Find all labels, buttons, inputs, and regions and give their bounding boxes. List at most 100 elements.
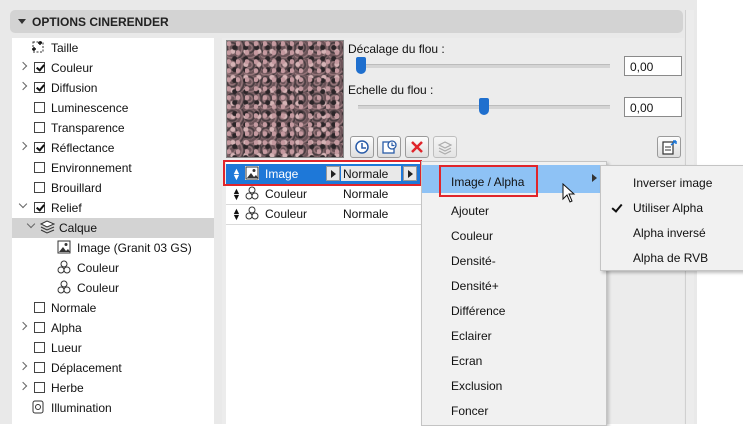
- chevron-down-icon[interactable]: [26, 219, 36, 229]
- chevron-right-icon[interactable]: [18, 381, 28, 391]
- tree-item-label: Alpha: [51, 321, 82, 335]
- tree-checkbox[interactable]: [34, 302, 45, 313]
- layer-row[interactable]: ▲ ▼ Couleur Normale: [226, 184, 422, 205]
- layer-list: ▲ ▼ Image Normale ▲ ▼ Couleur Normale ▲ ▼ Couleur N…: [226, 162, 422, 424]
- export-button[interactable]: [657, 136, 681, 158]
- tree-item[interactable]: Image (Granit 03 GS): [12, 238, 214, 258]
- blur-offset-value: 0,00: [630, 60, 654, 74]
- layer-stack-button[interactable]: [433, 136, 457, 158]
- channel-tree: Taille Couleur Diffusion Luminescence Transp…: [12, 38, 214, 424]
- blend-menu-item[interactable]: Eclairer: [451, 329, 492, 343]
- blend-menu-item[interactable]: Ajouter: [451, 204, 489, 218]
- tree-checkbox[interactable]: [34, 122, 45, 133]
- chevron-down-icon[interactable]: [18, 199, 28, 209]
- tree-checkbox[interactable]: [34, 202, 45, 213]
- layer-blend-mode[interactable]: Normale: [343, 207, 388, 221]
- color-icon: [57, 260, 71, 274]
- layers-icon: [39, 220, 56, 234]
- alpha-submenu-item[interactable]: Inverser image: [633, 176, 712, 190]
- tree-item-label: Transparence: [51, 121, 125, 135]
- blur-scale-slider-thumb[interactable]: [479, 98, 489, 115]
- blur-scale-label: Echelle du flou :: [348, 83, 434, 97]
- tree-item[interactable]: Environnement: [12, 158, 214, 178]
- blend-menu-item[interactable]: Ecran: [451, 354, 482, 368]
- layer-name: Couleur: [265, 207, 308, 221]
- chevron-right-icon[interactable]: [18, 61, 28, 71]
- add-layer-button[interactable]: [350, 136, 374, 158]
- tree-checkbox[interactable]: [34, 102, 45, 113]
- add-shader-icon: [382, 140, 397, 154]
- tree-item[interactable]: Relief: [12, 198, 214, 218]
- tree-checkbox[interactable]: [34, 62, 45, 73]
- reorder-handle-icon[interactable]: ▲ ▼: [232, 187, 241, 202]
- tree-item[interactable]: Herbe: [12, 378, 214, 398]
- tree-checkbox[interactable]: [34, 382, 45, 393]
- tree-item[interactable]: Brouillard: [12, 178, 214, 198]
- tree-item-label: Illumination: [51, 401, 112, 415]
- alpha-submenu: Inverser image Utiliser Alpha Alpha invers…: [600, 165, 743, 271]
- chevron-right-icon[interactable]: [18, 361, 28, 371]
- tree-item[interactable]: Calque: [12, 218, 214, 238]
- alpha-submenu-item[interactable]: Alpha inversé: [633, 226, 706, 240]
- tree-checkbox[interactable]: [34, 342, 45, 353]
- alpha-submenu-item[interactable]: Alpha de RVB: [633, 251, 708, 265]
- tree-item[interactable]: Couleur: [12, 258, 214, 278]
- tree-item[interactable]: Taille: [12, 38, 214, 58]
- tree-item-label: Relief: [51, 201, 82, 215]
- blend-menu-item[interactable]: Exclusion: [451, 379, 502, 393]
- color-icon: [245, 206, 259, 220]
- alpha-submenu-item[interactable]: Utiliser Alpha: [633, 201, 703, 215]
- layer-row[interactable]: ▲ ▼ Couleur Normale: [226, 204, 422, 225]
- tree-item[interactable]: Lueur: [12, 338, 214, 358]
- tree-checkbox[interactable]: [34, 362, 45, 373]
- tree-item[interactable]: Diffusion: [12, 78, 214, 98]
- tree-checkbox[interactable]: [34, 82, 45, 93]
- tree-item-label: Environnement: [51, 161, 132, 175]
- chevron-right-icon[interactable]: [18, 81, 28, 91]
- checkmark-icon: [36, 82, 45, 92]
- blend-menu-item[interactable]: Différence: [451, 304, 505, 318]
- tree-item[interactable]: Déplacement: [12, 358, 214, 378]
- tree-item-label: Calque: [59, 221, 98, 235]
- delete-layer-button[interactable]: [405, 136, 429, 158]
- layer-name: Couleur: [265, 187, 308, 201]
- tree-item-label: Diffusion: [51, 81, 98, 95]
- tree-item[interactable]: Réflectance: [12, 138, 214, 158]
- tree-item-label: Herbe: [51, 381, 84, 395]
- checkmark-icon: [36, 142, 45, 152]
- add-layer-icon: [355, 140, 369, 154]
- blur-offset-input[interactable]: 0,00: [624, 56, 682, 76]
- add-shader-button[interactable]: [377, 136, 401, 158]
- layer-blend-mode[interactable]: Normale: [343, 187, 388, 201]
- blur-offset-track[interactable]: [358, 64, 610, 68]
- tree-item-label: Image (Granit 03 GS): [77, 241, 192, 255]
- blend-menu-item[interactable]: Densité+: [451, 279, 499, 293]
- blend-menu-item[interactable]: Couleur: [451, 229, 493, 243]
- tree-item[interactable]: Luminescence: [12, 98, 214, 118]
- checkmark-icon: [36, 62, 45, 72]
- tree-item[interactable]: Normale: [12, 298, 214, 318]
- reorder-handle-icon[interactable]: ▲ ▼: [232, 207, 241, 222]
- tree-item[interactable]: Illumination: [12, 398, 214, 418]
- collapse-triangle-icon[interactable]: [18, 19, 26, 24]
- panel-header[interactable]: OPTIONS CINERENDER: [10, 10, 683, 33]
- tree-item[interactable]: Couleur: [12, 58, 214, 78]
- blur-offset-slider-thumb[interactable]: [356, 57, 366, 74]
- tree-checkbox[interactable]: [34, 182, 45, 193]
- tree-checkbox[interactable]: [34, 322, 45, 333]
- delete-icon: [411, 141, 423, 153]
- tree-checkbox[interactable]: [34, 162, 45, 173]
- blend-menu-item[interactable]: Image / Alpha: [451, 175, 524, 189]
- blur-scale-input[interactable]: 0,00: [624, 97, 682, 117]
- tree-checkbox[interactable]: [34, 142, 45, 153]
- tree-item[interactable]: Couleur: [12, 278, 214, 298]
- blend-menu-item[interactable]: Foncer: [451, 404, 488, 418]
- tree-item[interactable]: Alpha: [12, 318, 214, 338]
- layer-stack-icon: [437, 141, 453, 155]
- chevron-right-icon[interactable]: [18, 321, 28, 331]
- tree-item-label: Normale: [51, 301, 97, 315]
- texture-preview: [226, 40, 344, 158]
- blend-menu-item[interactable]: Densité-: [451, 254, 496, 268]
- chevron-right-icon[interactable]: [18, 141, 28, 151]
- tree-item[interactable]: Transparence: [12, 118, 214, 138]
